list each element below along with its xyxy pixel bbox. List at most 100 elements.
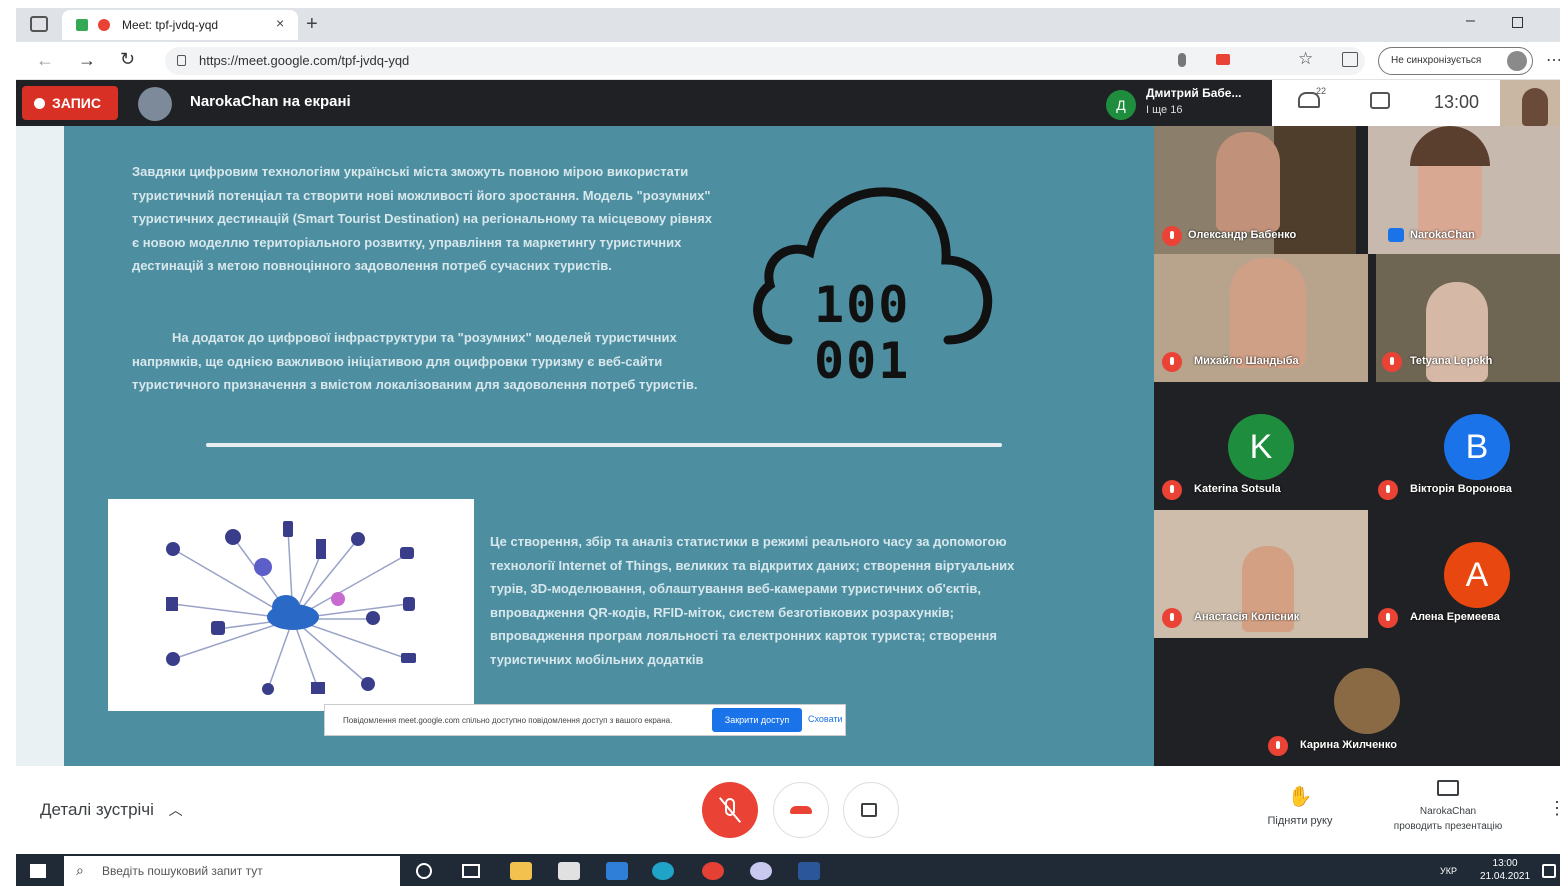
camera-toggle-button[interactable] — [843, 782, 899, 838]
file-explorer-icon[interactable] — [510, 862, 532, 880]
mic-toggle-button[interactable] — [702, 782, 758, 838]
sidebar-toggle-icon[interactable] — [30, 16, 48, 32]
stop-sharing-button[interactable]: Закрити доступ — [712, 708, 802, 732]
restore-icon[interactable] — [1512, 17, 1523, 28]
iot-illustration — [108, 499, 474, 711]
minimize-icon[interactable]: – — [1466, 12, 1475, 30]
store-icon[interactable] — [558, 862, 580, 880]
mic-in-use-icon[interactable] — [1178, 53, 1186, 67]
muted-mic-icon — [1162, 480, 1182, 500]
self-view[interactable] — [1500, 80, 1560, 126]
speaker-others: І ще 16 — [1146, 104, 1183, 116]
present-screen-icon — [1437, 780, 1459, 796]
meeting-details-button[interactable]: Деталі зустрічі ︿ — [40, 800, 183, 820]
participant-name: Карина Жилченко — [1300, 739, 1397, 751]
participant-tile[interactable]: Карина Жилченко — [1260, 638, 1454, 766]
presenter-name: NarokaChan — [1419, 806, 1477, 817]
forward-icon[interactable]: → — [78, 50, 96, 71]
speaker-avatar: Д — [1106, 90, 1136, 120]
participant-name: Олександр Бабенко — [1188, 229, 1297, 241]
participant-name: Михайло Шандыба — [1194, 355, 1299, 367]
collections-icon[interactable] — [1342, 52, 1358, 67]
recording-badge[interactable]: ЗАПИС — [22, 86, 118, 120]
muted-mic-icon — [1162, 226, 1182, 246]
participant-name: NarokaChan — [1410, 229, 1475, 241]
profile-label: Не синхронізується — [1391, 55, 1482, 66]
more-options-icon[interactable]: ⋮ — [1548, 798, 1560, 819]
cortana-icon[interactable] — [416, 863, 432, 879]
taskbar-time: 13:00 — [1492, 858, 1518, 869]
self-view-face — [1522, 88, 1548, 126]
taskbar-date: 21.04.2021 — [1480, 871, 1531, 882]
favorites-icon[interactable]: ☆ — [1298, 49, 1313, 69]
participant-avatar: K — [1228, 414, 1294, 480]
chat-icon[interactable] — [1370, 92, 1390, 109]
reload-icon[interactable]: ↻ — [120, 49, 135, 70]
tab-close-icon[interactable]: × — [276, 15, 284, 31]
tab-meet[interactable]: Meet: tpf-jvdq-yqd × — [62, 10, 298, 40]
recording-label: ЗАПИС — [52, 95, 101, 111]
tray-lang[interactable]: УКР — [1440, 866, 1457, 876]
mail-icon[interactable] — [606, 862, 628, 880]
speaker-name: Дмитрий Бабе... — [1146, 86, 1242, 100]
participant-tile[interactable]: K Katerina Sotsula — [1154, 382, 1368, 510]
phone-hangup-icon — [790, 806, 812, 814]
muted-mic-icon — [1162, 608, 1182, 628]
participant-name: Алена Еремеева — [1410, 611, 1500, 623]
camera-in-use-icon[interactable] — [1216, 54, 1230, 65]
participant-face — [1230, 258, 1306, 368]
new-tab-button[interactable]: + — [306, 13, 318, 36]
cloud-data-icon: 100 001 — [748, 180, 998, 410]
presentation-status[interactable]: NarokaChan проводить презентацію — [1366, 780, 1530, 834]
word-icon[interactable] — [798, 862, 820, 880]
slide-paragraph-2: На додаток до цифрової інфраструктури та… — [132, 330, 698, 393]
app-icon[interactable] — [750, 862, 772, 880]
more-menu-icon[interactable]: ⋯ — [1546, 50, 1560, 70]
task-view-icon[interactable] — [462, 864, 480, 878]
participant-tile[interactable]: NarokaChan — [1368, 126, 1560, 254]
muted-mic-icon — [1378, 608, 1398, 628]
slide-paragraph-1: Завдяки цифровим технологіям українські … — [132, 164, 712, 274]
camera-recording-icon — [76, 19, 88, 31]
participant-tile[interactable]: В Вікторія Воронова — [1368, 382, 1560, 510]
chevron-up-icon: ︿ — [168, 802, 183, 818]
taskbar-search[interactable]: ⌕ Введіть пошуковий запит тут — [64, 856, 400, 886]
participant-tile[interactable]: Tetyana Lepekh — [1376, 254, 1560, 382]
participant-tile[interactable]: А Алена Еремеева — [1368, 510, 1560, 638]
search-placeholder: Введіть пошуковий запит тут — [102, 864, 263, 878]
edge-icon[interactable] — [652, 862, 674, 880]
participant-hair — [1410, 126, 1490, 166]
muted-mic-icon — [1162, 352, 1182, 372]
participant-name: Вікторія Воронова — [1410, 483, 1512, 495]
participant-avatar: В — [1444, 414, 1510, 480]
chrome-icon[interactable] — [702, 862, 724, 880]
hide-notice-link[interactable]: Сховати — [808, 714, 843, 724]
notice-text: Повідомлення meet.google.com спільно дос… — [343, 716, 673, 725]
hand-icon: ✋ — [1287, 786, 1313, 808]
profile-button[interactable]: Не синхронізується — [1378, 47, 1533, 75]
search-icon: ⌕ — [76, 862, 84, 878]
participant-face — [1216, 132, 1280, 232]
participant-tile[interactable]: Олександр Бабенко — [1154, 126, 1356, 254]
record-dot-icon — [98, 19, 110, 31]
profile-avatar — [1507, 51, 1527, 71]
muted-mic-icon — [1378, 480, 1398, 500]
muted-mic-icon — [1382, 352, 1402, 372]
raise-hand-button[interactable]: ✋ Підняти руку — [1250, 784, 1350, 827]
slide-margin — [16, 126, 64, 766]
slide-divider — [206, 443, 1002, 447]
participant-tile[interactable]: Михайло Шандыба — [1154, 254, 1368, 382]
hang-up-button[interactable] — [773, 782, 829, 838]
participant-face — [1426, 282, 1488, 382]
participant-name: Анастасія Колісник — [1194, 611, 1300, 623]
taskbar-clock[interactable]: 13:00 21.04.2021 — [1480, 857, 1530, 883]
url-text: https://meet.google.com/tpf-jvdq-yqd — [199, 53, 410, 68]
raise-hand-label: Підняти руку — [1267, 815, 1333, 827]
slide-paragraph-3: Це створення, збір та аналіз статистики … — [490, 534, 1015, 667]
back-icon[interactable]: ← — [36, 50, 54, 71]
participant-tile[interactable]: Анастасія Колісник — [1154, 510, 1368, 638]
windows-start-icon[interactable] — [30, 864, 46, 878]
camera-icon — [861, 803, 877, 817]
participant-name: Tetyana Lepekh — [1410, 355, 1493, 367]
notifications-icon[interactable] — [1542, 864, 1556, 878]
